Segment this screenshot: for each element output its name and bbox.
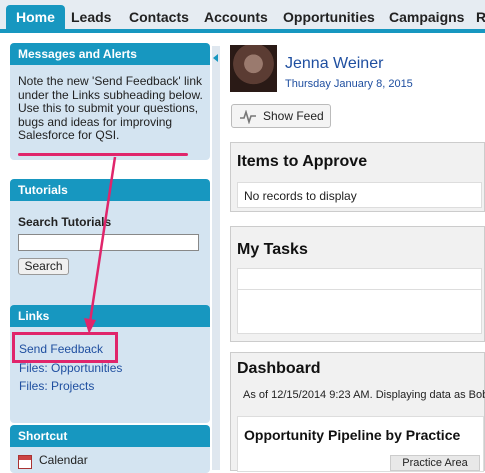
annotation-box-send-feedback (12, 332, 118, 363)
annotation-arrow (84, 156, 117, 334)
